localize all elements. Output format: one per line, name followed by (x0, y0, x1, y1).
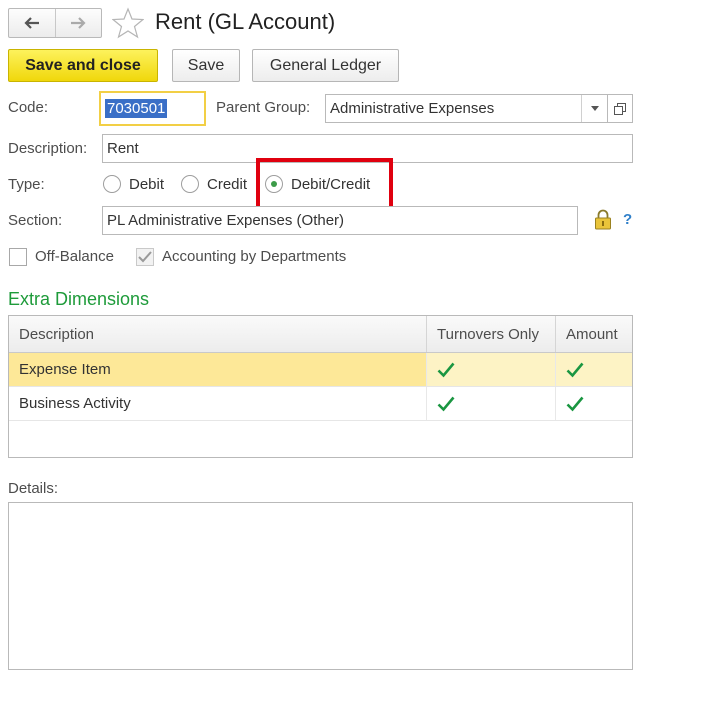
type-credit-radio[interactable] (181, 175, 199, 193)
off-balance-label[interactable]: Off-Balance (35, 248, 114, 265)
off-balance-checkbox[interactable] (9, 248, 27, 266)
checkmark-icon (138, 251, 152, 263)
page-title: Rent (GL Account) (155, 9, 336, 34)
section-field[interactable]: PL Administrative Expenses (Other) (102, 206, 578, 235)
row-turnovers-only[interactable] (427, 353, 556, 386)
highlight-box (256, 158, 393, 210)
column-header-description[interactable]: Description (9, 316, 427, 352)
save-button[interactable]: Save (172, 49, 240, 82)
parent-group-field[interactable]: Administrative Expenses (325, 94, 608, 123)
type-debit-label[interactable]: Debit (129, 176, 164, 193)
row-amount[interactable] (556, 387, 632, 420)
checkmark-icon (437, 396, 455, 411)
code-field[interactable]: 7030501 (99, 91, 206, 126)
back-button[interactable] (9, 9, 55, 37)
row-turnovers-only[interactable] (427, 387, 556, 420)
parent-group-value: Administrative Expenses (330, 100, 495, 117)
nav-button-group (8, 8, 102, 38)
help-icon[interactable]: ? (623, 211, 632, 228)
table-row[interactable]: Expense Item (9, 353, 632, 387)
star-icon[interactable] (112, 7, 144, 39)
extra-dimensions-table[interactable]: Description Turnovers Only Amount Expens… (8, 315, 633, 458)
row-amount[interactable] (556, 353, 632, 386)
section-label: Section: (8, 212, 63, 229)
checkmark-icon (566, 396, 584, 411)
lock-icon[interactable] (594, 209, 612, 230)
arrow-left-icon (24, 17, 39, 29)
row-description: Expense Item (9, 353, 427, 386)
chevron-down-icon (590, 106, 599, 111)
parent-group-dropdown-button[interactable] (581, 95, 607, 122)
code-label: Code: (8, 99, 49, 116)
details-label: Details: (8, 480, 59, 497)
column-header-amount[interactable]: Amount (556, 316, 632, 352)
save-and-close-button[interactable]: Save and close (8, 49, 158, 82)
extra-dimensions-heading: Extra Dimensions (8, 289, 150, 309)
table-row[interactable]: Business Activity (9, 387, 632, 421)
row-description: Business Activity (9, 387, 427, 420)
type-debit-radio[interactable] (103, 175, 121, 193)
details-field[interactable] (8, 502, 633, 670)
checkmark-icon (437, 362, 455, 377)
general-ledger-button[interactable]: General Ledger (252, 49, 399, 82)
arrow-right-icon (71, 17, 86, 29)
description-label: Description: (8, 140, 88, 157)
type-credit-label[interactable]: Credit (207, 176, 247, 193)
table-header: Description Turnovers Only Amount (9, 316, 632, 353)
accounting-by-departments-label: Accounting by Departments (162, 248, 347, 265)
checkmark-icon (566, 362, 584, 377)
code-value: 7030501 (105, 99, 168, 118)
open-parent-group-button[interactable] (607, 94, 633, 123)
column-header-turnovers-only[interactable]: Turnovers Only (427, 316, 556, 352)
forward-button[interactable] (54, 9, 102, 37)
open-window-icon (614, 102, 626, 115)
type-label: Type: (8, 176, 45, 193)
accounting-by-departments-checkbox (136, 248, 154, 266)
parent-group-label: Parent Group: (216, 99, 311, 116)
